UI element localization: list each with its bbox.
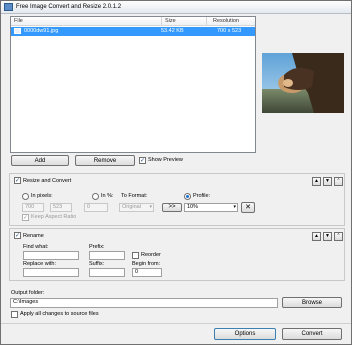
window-title: Free Image Convert and Resize 2.0.1.2 — [16, 4, 122, 10]
keep-aspect-label: Keep Aspect Ratio — [31, 214, 77, 220]
column-header-file[interactable]: File — [11, 17, 161, 26]
chevron-down-icon: ▾ — [233, 204, 236, 210]
column-header-size-label: Size — [165, 18, 176, 24]
file-name-cell: 0000dw91.jpg — [24, 28, 59, 34]
reorder-checkbox[interactable] — [132, 252, 139, 259]
apply-all-label: Apply all changes to source files — [20, 311, 99, 317]
resize-convert-checkbox[interactable]: ✓ — [14, 177, 21, 184]
profile-label: Profile: — [193, 193, 211, 199]
in-percent-label: In %: — [101, 193, 114, 199]
percent-stepper[interactable]: 0 — [84, 203, 108, 212]
replace-with-input[interactable] — [23, 268, 79, 277]
height-input[interactable]: 523 — [50, 203, 72, 212]
add-button[interactable]: Add — [11, 155, 69, 166]
section-collapse-icon[interactable]: ⌃ — [334, 232, 343, 241]
profile-select-value: 10% — [187, 204, 199, 210]
options-button[interactable]: Options — [214, 328, 276, 340]
rename-title: Rename — [23, 233, 44, 239]
output-folder-input[interactable]: C:\Images — [10, 298, 278, 308]
in-pixels-label: In pixels: — [31, 193, 53, 199]
keep-aspect-checkbox[interactable]: ✓ — [22, 214, 29, 221]
apply-all-checkbox[interactable] — [11, 311, 18, 318]
suffix-input[interactable] — [89, 268, 125, 277]
show-preview-label: Show Preview — [148, 157, 183, 163]
in-pixels-radio[interactable] — [22, 193, 29, 200]
column-header-resolution-label: Resolution — [213, 18, 239, 24]
output-folder-label: Output folder: — [11, 290, 45, 296]
section-up-icon[interactable]: ▲ — [312, 177, 321, 186]
preview-photo — [262, 53, 344, 113]
browse-button[interactable]: Browse — [282, 297, 342, 308]
title-bar: Free Image Convert and Resize 2.0.1.2 — [1, 1, 351, 14]
show-preview-checkbox[interactable]: ✓ — [139, 157, 146, 164]
file-size-cell: 53.42 KB — [161, 28, 184, 34]
file-resolution-cell: 700 x 523 — [217, 28, 242, 34]
suffix-label: Suffix: — [89, 261, 105, 267]
remove-button[interactable]: Remove — [75, 155, 135, 166]
section-down-icon[interactable]: ▼ — [323, 177, 332, 186]
in-percent-radio[interactable] — [92, 193, 99, 200]
delete-profile-button[interactable]: ✕ — [241, 202, 255, 213]
resize-convert-section: ✓ Resize and Convert ▲ ▼ ⌃ In pixels: In… — [9, 173, 345, 226]
find-what-input[interactable] — [23, 251, 79, 260]
profile-radio[interactable] — [184, 193, 191, 200]
width-input[interactable]: 700 — [22, 203, 44, 212]
x-icon: ✕ — [245, 204, 251, 211]
file-list[interactable]: File Size Resolution 0000dw91.jpg 53.42 … — [10, 16, 256, 153]
section-up-icon[interactable]: ▲ — [312, 232, 321, 241]
app-icon — [4, 3, 13, 11]
reorder-label: Reorder — [141, 252, 161, 258]
main-window: Free Image Convert and Resize 2.0.1.2 Fi… — [0, 0, 352, 345]
section-down-icon[interactable]: ▼ — [323, 232, 332, 241]
chevron-down-icon: ▾ — [149, 204, 152, 210]
footer-divider — [1, 323, 351, 324]
begin-from-stepper[interactable]: 0 — [132, 268, 162, 277]
format-options-button[interactable]: >> — [162, 203, 182, 212]
replace-with-label: Replace with: — [23, 261, 57, 267]
resize-convert-title: Resize and Convert — [23, 178, 72, 184]
find-what-label: Find what: — [23, 244, 49, 250]
rename-checkbox[interactable]: ✓ — [14, 232, 21, 239]
image-file-icon — [14, 28, 21, 34]
column-header-size[interactable]: Size — [161, 17, 206, 26]
table-row[interactable]: 0000dw91.jpg 53.42 KB 700 x 523 — [11, 27, 255, 36]
format-select[interactable]: Original ▾ — [119, 203, 154, 212]
rename-section: ✓ Rename ▲ ▼ ⌃ Find what: Prefix: Reorde… — [9, 228, 345, 281]
convert-button[interactable]: Convert — [282, 328, 342, 340]
column-header-file-label: File — [14, 18, 23, 24]
prefix-input[interactable] — [89, 251, 125, 260]
prefix-label: Prefix: — [89, 244, 105, 250]
format-select-value: Original — [122, 204, 141, 210]
to-format-label: To Format: — [121, 193, 148, 199]
preview-image — [262, 53, 344, 113]
profile-select[interactable]: 10% ▾ — [184, 203, 238, 212]
column-header-resolution[interactable]: Resolution — [206, 17, 255, 26]
begin-from-label: Begin from: — [132, 261, 161, 267]
section-collapse-icon[interactable]: ⌃ — [334, 177, 343, 186]
